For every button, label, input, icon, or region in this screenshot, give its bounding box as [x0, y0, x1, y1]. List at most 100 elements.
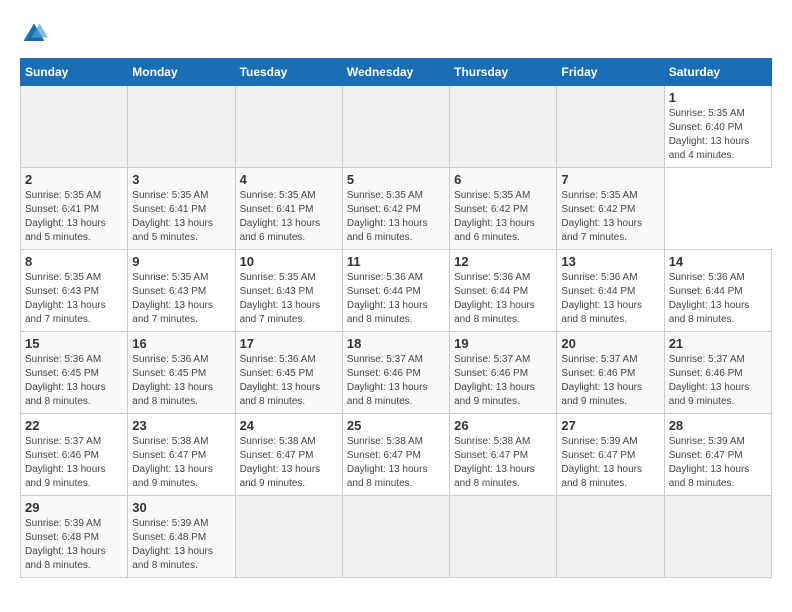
day-info: Sunrise: 5:35 AMSunset: 6:42 PMDaylight:…: [561, 189, 659, 245]
empty-day: [235, 86, 342, 168]
day-info: Sunrise: 5:36 AMSunset: 6:45 PMDaylight:…: [240, 353, 338, 409]
empty-day: [21, 86, 128, 168]
calendar-day: 21 Sunrise: 5:37 AMSunset: 6:46 PMDayligh…: [664, 332, 771, 414]
day-header-thursday: Thursday: [450, 59, 557, 86]
day-header-monday: Monday: [128, 59, 235, 86]
calendar-table: SundayMondayTuesdayWednesdayThursdayFrid…: [20, 58, 772, 578]
day-info: Sunrise: 5:35 AMSunset: 6:43 PMDaylight:…: [132, 271, 230, 327]
calendar-day: 7 Sunrise: 5:35 AMSunset: 6:42 PMDaylight…: [557, 168, 664, 250]
calendar-day: 11 Sunrise: 5:36 AMSunset: 6:44 PMDayligh…: [342, 250, 449, 332]
day-number: 2: [25, 172, 123, 187]
calendar-day: 20 Sunrise: 5:37 AMSunset: 6:46 PMDayligh…: [557, 332, 664, 414]
calendar-day: [664, 496, 771, 578]
day-number: 27: [561, 418, 659, 433]
day-number: 6: [454, 172, 552, 187]
day-header-wednesday: Wednesday: [342, 59, 449, 86]
calendar-header: SundayMondayTuesdayWednesdayThursdayFrid…: [21, 59, 772, 86]
calendar-week: 1 Sunrise: 5:35 AMSunset: 6:40 PMDaylight…: [21, 86, 772, 168]
day-number: 1: [669, 90, 767, 105]
day-info: Sunrise: 5:38 AMSunset: 6:47 PMDaylight:…: [347, 435, 445, 491]
day-info: Sunrise: 5:35 AMSunset: 6:41 PMDaylight:…: [25, 189, 123, 245]
calendar-day: 2 Sunrise: 5:35 AMSunset: 6:41 PMDaylight…: [21, 168, 128, 250]
calendar-day: 4 Sunrise: 5:35 AMSunset: 6:41 PMDaylight…: [235, 168, 342, 250]
day-header-sunday: Sunday: [21, 59, 128, 86]
day-info: Sunrise: 5:39 AMSunset: 6:47 PMDaylight:…: [561, 435, 659, 491]
empty-day: [450, 86, 557, 168]
calendar-day: [235, 496, 342, 578]
day-number: 24: [240, 418, 338, 433]
calendar-week: 2 Sunrise: 5:35 AMSunset: 6:41 PMDaylight…: [21, 168, 772, 250]
calendar-day: 5Sunrise: 5:35 AMSunset: 6:42 PMDaylight…: [342, 168, 449, 250]
empty-day: [128, 86, 235, 168]
day-info: Sunrise: 5:36 AMSunset: 6:45 PMDaylight:…: [25, 353, 123, 409]
day-number: 12: [454, 254, 552, 269]
day-info: Sunrise: 5:38 AMSunset: 6:47 PMDaylight:…: [240, 435, 338, 491]
day-info: Sunrise: 5:35 AMSunset: 6:40 PMDaylight:…: [669, 107, 767, 163]
logo: [20, 20, 52, 48]
day-info: Sunrise: 5:35 AMSunset: 6:43 PMDaylight:…: [25, 271, 123, 327]
day-number: 26: [454, 418, 552, 433]
calendar-day: 13Sunrise: 5:36 AMSunset: 6:44 PMDayligh…: [557, 250, 664, 332]
day-number: 8: [25, 254, 123, 269]
day-header-friday: Friday: [557, 59, 664, 86]
calendar-day: 8 Sunrise: 5:35 AMSunset: 6:43 PMDaylight…: [21, 250, 128, 332]
day-number: 22: [25, 418, 123, 433]
day-number: 18: [347, 336, 445, 351]
day-number: 15: [25, 336, 123, 351]
day-number: 14: [669, 254, 767, 269]
calendar-day: 17 Sunrise: 5:36 AMSunset: 6:45 PMDayligh…: [235, 332, 342, 414]
day-number: 7: [561, 172, 659, 187]
day-info: Sunrise: 5:38 AMSunset: 6:47 PMDaylight:…: [454, 435, 552, 491]
day-number: 9: [132, 254, 230, 269]
day-info: Sunrise: 5:37 AMSunset: 6:46 PMDaylight:…: [669, 353, 767, 409]
day-number: 20: [561, 336, 659, 351]
day-info: Sunrise: 5:36 AMSunset: 6:44 PMDaylight:…: [347, 271, 445, 327]
calendar-week: 22Sunrise: 5:37 AMSunset: 6:46 PMDayligh…: [21, 414, 772, 496]
calendar-day: 28 Sunrise: 5:39 AMSunset: 6:47 PMDayligh…: [664, 414, 771, 496]
day-number: 4: [240, 172, 338, 187]
calendar-day: 27 Sunrise: 5:39 AMSunset: 6:47 PMDayligh…: [557, 414, 664, 496]
calendar-day: 19 Sunrise: 5:37 AMSunset: 6:46 PMDayligh…: [450, 332, 557, 414]
day-number: 16: [132, 336, 230, 351]
day-number: 19: [454, 336, 552, 351]
calendar-day: 1 Sunrise: 5:35 AMSunset: 6:40 PMDaylight…: [664, 86, 771, 168]
day-number: 21: [669, 336, 767, 351]
day-info: Sunrise: 5:36 AMSunset: 6:44 PMDaylight:…: [454, 271, 552, 327]
day-info: Sunrise: 5:37 AMSunset: 6:46 PMDaylight:…: [454, 353, 552, 409]
calendar-day: 22Sunrise: 5:37 AMSunset: 6:46 PMDayligh…: [21, 414, 128, 496]
calendar-day: [450, 496, 557, 578]
day-number: 17: [240, 336, 338, 351]
day-number: 30: [132, 500, 230, 515]
day-info: Sunrise: 5:35 AMSunset: 6:43 PMDaylight:…: [240, 271, 338, 327]
day-number: 10: [240, 254, 338, 269]
day-number: 28: [669, 418, 767, 433]
calendar-day: 15 Sunrise: 5:36 AMSunset: 6:45 PMDayligh…: [21, 332, 128, 414]
calendar-day: [557, 496, 664, 578]
calendar-day: [342, 496, 449, 578]
day-info: Sunrise: 5:37 AMSunset: 6:46 PMDaylight:…: [561, 353, 659, 409]
empty-day: [557, 86, 664, 168]
calendar-week: 15 Sunrise: 5:36 AMSunset: 6:45 PMDayligh…: [21, 332, 772, 414]
calendar-day: 30Sunrise: 5:39 AMSunset: 6:48 PMDayligh…: [128, 496, 235, 578]
calendar-day: 9 Sunrise: 5:35 AMSunset: 6:43 PMDaylight…: [128, 250, 235, 332]
calendar-day: 16 Sunrise: 5:36 AMSunset: 6:45 PMDayligh…: [128, 332, 235, 414]
calendar-week: 29Sunrise: 5:39 AMSunset: 6:48 PMDayligh…: [21, 496, 772, 578]
calendar-week: 8 Sunrise: 5:35 AMSunset: 6:43 PMDaylight…: [21, 250, 772, 332]
day-header-saturday: Saturday: [664, 59, 771, 86]
day-info: Sunrise: 5:35 AMSunset: 6:42 PMDaylight:…: [454, 189, 552, 245]
day-info: Sunrise: 5:39 AMSunset: 6:47 PMDaylight:…: [669, 435, 767, 491]
calendar-body: 1 Sunrise: 5:35 AMSunset: 6:40 PMDaylight…: [21, 86, 772, 578]
day-number: 5: [347, 172, 445, 187]
day-number: 11: [347, 254, 445, 269]
day-info: Sunrise: 5:35 AMSunset: 6:41 PMDaylight:…: [240, 189, 338, 245]
day-number: 23: [132, 418, 230, 433]
day-info: Sunrise: 5:38 AMSunset: 6:47 PMDaylight:…: [132, 435, 230, 491]
page-header: [20, 20, 772, 48]
calendar-day: 12 Sunrise: 5:36 AMSunset: 6:44 PMDayligh…: [450, 250, 557, 332]
day-info: Sunrise: 5:36 AMSunset: 6:45 PMDaylight:…: [132, 353, 230, 409]
day-info: Sunrise: 5:37 AMSunset: 6:46 PMDaylight:…: [347, 353, 445, 409]
day-number: 29: [25, 500, 123, 515]
calendar-day: 23 Sunrise: 5:38 AMSunset: 6:47 PMDayligh…: [128, 414, 235, 496]
calendar-day: 14Sunrise: 5:36 AMSunset: 6:44 PMDayligh…: [664, 250, 771, 332]
calendar-day: 18 Sunrise: 5:37 AMSunset: 6:46 PMDayligh…: [342, 332, 449, 414]
